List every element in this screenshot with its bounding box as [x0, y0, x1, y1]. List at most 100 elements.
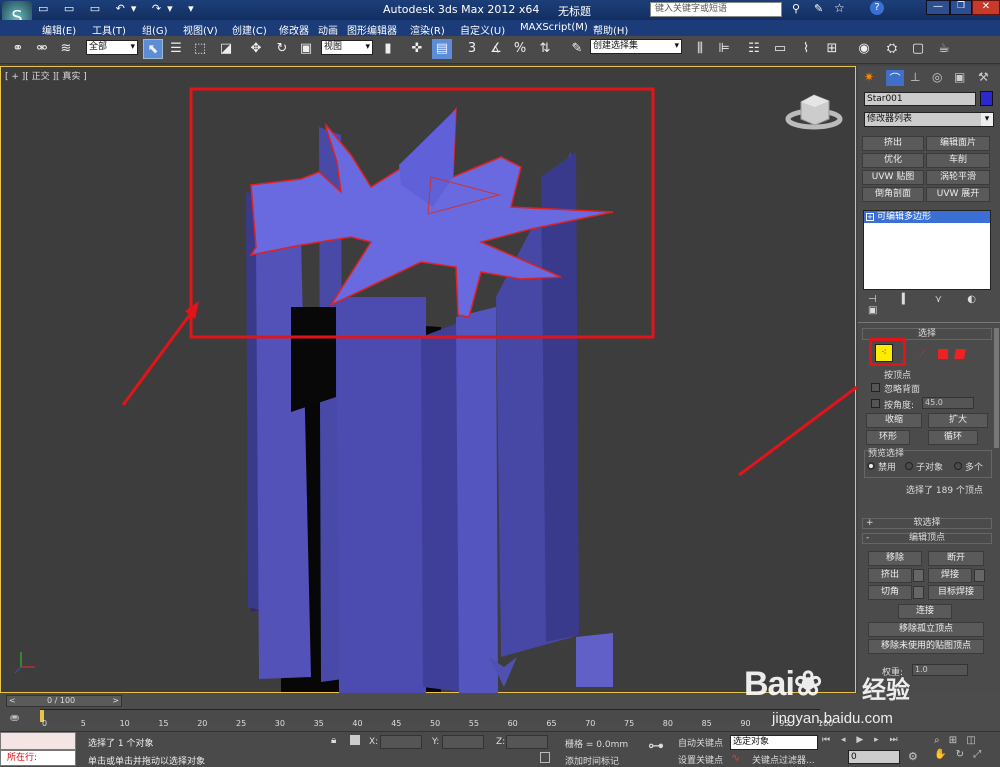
- mod-edit-patch-button[interactable]: 编辑面片: [926, 136, 990, 151]
- menu-maxscript[interactable]: MAXScript(M): [520, 22, 588, 33]
- menu-rendering[interactable]: 渲染(R): [410, 22, 445, 37]
- preview-off-radio[interactable]: [867, 462, 875, 470]
- menu-customize[interactable]: 自定义(U): [460, 22, 505, 37]
- menu-animation[interactable]: 动画: [318, 22, 338, 37]
- mod-unwrap-uvw-button[interactable]: UVW 展开: [926, 187, 990, 202]
- menu-views[interactable]: 视图(V): [183, 22, 218, 37]
- rect-selection-icon[interactable]: ⬚: [190, 39, 210, 59]
- motion-tab-icon[interactable]: ◎: [932, 70, 942, 84]
- tools-icon[interactable]: ✎: [814, 2, 823, 15]
- render-setup-icon[interactable]: ⛭: [882, 39, 902, 59]
- modifier-list-dropdown[interactable]: 修改器列表 ▾: [864, 112, 994, 127]
- key-selection-dropdown[interactable]: 选定对象: [730, 735, 818, 750]
- search-input[interactable]: 键入关键字或短语: [650, 2, 782, 17]
- weld-settings-icon[interactable]: [974, 569, 985, 582]
- named-selection-dropdown[interactable]: 创建选择集 ▾: [590, 39, 682, 54]
- help-icon[interactable]: ?: [870, 1, 884, 15]
- add-time-tag-label[interactable]: 添加时间标记: [565, 754, 619, 767]
- shrink-button[interactable]: 收缩: [866, 413, 922, 428]
- menu-graph-editors[interactable]: 图形编辑器: [347, 22, 397, 37]
- soft-selection-rollout[interactable]: + 软选择: [862, 518, 992, 529]
- mod-uvw-map-button[interactable]: UVW 贴图: [862, 170, 924, 185]
- star-icon[interactable]: ☆: [834, 1, 845, 15]
- percent-snap-icon[interactable]: %: [510, 39, 530, 59]
- break-button[interactable]: 断开: [928, 551, 984, 566]
- remove-unused-map-button[interactable]: 移除未使用的贴图顶点: [868, 639, 984, 654]
- schematic-view-icon[interactable]: ⊞: [822, 39, 842, 59]
- autokey-label[interactable]: 自动关键点: [678, 736, 723, 749]
- by-angle-spinner[interactable]: 45.0: [922, 397, 974, 409]
- key-filters-icon[interactable]: ∿: [731, 751, 740, 764]
- playback-controls[interactable]: ⏮ ◂ ▶ ▸ ⏭: [822, 735, 906, 747]
- scale-icon[interactable]: ▣: [296, 39, 316, 59]
- restore-button[interactable]: ❐: [950, 0, 972, 15]
- object-name-field[interactable]: Star001: [864, 92, 976, 106]
- element-mode-icon[interactable]: [954, 349, 966, 359]
- ribbon-icon[interactable]: ▭: [770, 39, 790, 59]
- render-teapot-icon[interactable]: ☕: [934, 39, 954, 59]
- grow-button[interactable]: 扩大: [928, 413, 988, 428]
- time-config-icon[interactable]: ⚙: [908, 750, 918, 763]
- rotate-icon[interactable]: ↻: [272, 39, 292, 59]
- snap-toggle-icon[interactable]: 3: [462, 39, 482, 59]
- display-tab-icon[interactable]: ▣: [954, 70, 965, 84]
- layer-manager-icon[interactable]: ☷: [744, 39, 764, 59]
- align-icon[interactable]: ⊫: [714, 39, 734, 59]
- extrude-settings-icon[interactable]: [913, 569, 924, 582]
- menu-help[interactable]: 帮助(H): [593, 22, 628, 37]
- spinner-snap-icon[interactable]: ⇅: [535, 39, 555, 59]
- time-slider-prev-icon[interactable]: <: [9, 696, 16, 706]
- stack-item-editable-poly[interactable]: + 可编辑多边形: [864, 211, 990, 223]
- mirror-icon[interactable]: ⫼: [690, 39, 710, 59]
- by-angle-checkbox[interactable]: [871, 399, 880, 408]
- remove-isolated-button[interactable]: 移除孤立顶点: [868, 622, 984, 637]
- menu-edit[interactable]: 编辑(E): [42, 22, 76, 37]
- by-vertex-label[interactable]: 按顶点: [884, 368, 911, 381]
- extrude-button[interactable]: 挤出: [868, 568, 912, 583]
- curve-editor-icon[interactable]: ⌇: [796, 39, 816, 59]
- time-slider-next-icon[interactable]: >: [112, 696, 119, 706]
- chamfer-settings-icon[interactable]: [913, 586, 924, 599]
- binoculars-icon[interactable]: ⚲: [792, 2, 800, 15]
- track-icon[interactable]: ⛂: [10, 711, 19, 724]
- edge-mode-icon[interactable]: ⟋: [919, 349, 926, 360]
- mod-lathe-button[interactable]: 车削: [926, 153, 990, 168]
- angle-snap-icon[interactable]: ∡: [486, 39, 506, 59]
- set-key-icon[interactable]: ⊶: [648, 736, 664, 755]
- window-crossing-icon[interactable]: ◪: [216, 39, 236, 59]
- maxscript-listener[interactable]: [0, 732, 76, 750]
- move-icon[interactable]: ✥: [246, 39, 266, 59]
- reference-coord-dropdown[interactable]: 视图 ▾: [321, 40, 373, 55]
- minimize-button[interactable]: —: [926, 0, 950, 15]
- menu-group[interactable]: 组(G): [142, 22, 168, 37]
- rendered-frame-icon[interactable]: ▢: [908, 39, 928, 59]
- viewport-front[interactable]: [ + ][ 正交 ][ 真实 ]: [0, 66, 857, 694]
- menu-tools[interactable]: 工具(T): [92, 22, 126, 37]
- unlink-icon[interactable]: ⚮: [32, 39, 52, 59]
- current-frame-field[interactable]: 0: [848, 750, 900, 764]
- maxscript-mini-field[interactable]: 所在行:: [0, 750, 76, 766]
- target-weld-button[interactable]: 目标焊接: [928, 585, 984, 600]
- menu-modifiers[interactable]: 修改器: [279, 22, 309, 37]
- selection-filter-dropdown[interactable]: 全部 ▾: [86, 40, 138, 55]
- add-time-tag-icon[interactable]: [540, 752, 550, 763]
- edit-named-selection-icon[interactable]: ✎: [567, 39, 587, 59]
- remove-button[interactable]: 移除: [868, 551, 922, 566]
- connect-button[interactable]: 连接: [898, 604, 952, 619]
- select-object-icon[interactable]: ⬉: [143, 39, 163, 59]
- hierarchy-tab-icon[interactable]: ⊥: [910, 70, 920, 84]
- preview-subobject-radio[interactable]: [905, 462, 913, 470]
- select-by-name-icon[interactable]: ☰: [166, 39, 186, 59]
- key-filters-label[interactable]: 关键点过滤器...: [752, 753, 815, 766]
- viewport-nav-controls[interactable]: ⌕ ⊞ ◫ ✋ ↻ ⤢: [934, 734, 996, 764]
- time-slider[interactable]: < 0 / 100 >: [6, 695, 122, 707]
- edit-vertices-rollout[interactable]: - 编辑顶点: [862, 533, 992, 544]
- modify-tab-icon[interactable]: ⌒: [886, 70, 904, 86]
- lock-selection-icon[interactable]: 🔒︎: [331, 735, 336, 746]
- pivot-center-icon[interactable]: ▮: [378, 39, 398, 59]
- panel-scrollbar[interactable]: [994, 328, 999, 448]
- setkey-label[interactable]: 设置关键点: [678, 753, 723, 766]
- polygon-mode-icon[interactable]: [938, 349, 948, 359]
- preview-multi-radio[interactable]: [954, 462, 962, 470]
- mod-bevel-profile-button[interactable]: 倒角剖面: [862, 187, 924, 202]
